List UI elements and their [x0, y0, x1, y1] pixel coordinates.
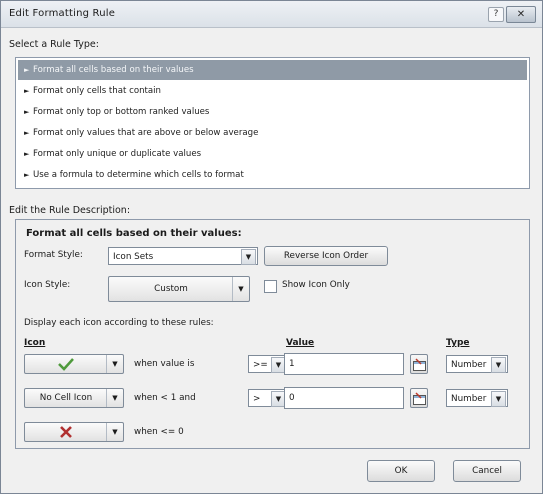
- icon-select-row-1[interactable]: ▼: [24, 354, 124, 374]
- type-value: Number: [451, 394, 487, 404]
- type-select[interactable]: Number ▼: [446, 355, 508, 373]
- condition-label: when <= 0: [134, 427, 184, 437]
- type-column-header: Type: [446, 338, 470, 348]
- collapse-dialog-icon: [413, 358, 426, 371]
- format-style-select[interactable]: Icon Sets ▼: [108, 247, 258, 265]
- rule-description-heading: Format all cells based on their values:: [26, 228, 242, 239]
- close-button[interactable]: ✕: [506, 6, 536, 23]
- chevron-down-icon: ▼: [232, 277, 249, 301]
- rule-type-item[interactable]: ► Format only values that are above or be…: [18, 123, 527, 143]
- arrow-icon: ►: [24, 66, 30, 74]
- type-select[interactable]: Number ▼: [446, 389, 508, 407]
- rule-type-label: Format only values that are above or bel…: [33, 128, 259, 138]
- icon-column-header: Icon: [24, 338, 46, 348]
- edit-rule-description-label: Edit the Rule Description:: [9, 205, 131, 216]
- icon-select-row-3[interactable]: ▼: [24, 422, 124, 442]
- rule-type-item[interactable]: ► Format only cells that contain: [18, 81, 527, 101]
- red-x-icon: [25, 423, 107, 441]
- icon-select-row-2[interactable]: No Cell Icon ▼: [24, 388, 124, 408]
- chevron-down-icon: ▼: [241, 249, 256, 265]
- reverse-icon-order-button[interactable]: Reverse Icon Order: [264, 246, 388, 266]
- operator-value: >: [253, 394, 261, 404]
- type-value: Number: [451, 360, 487, 370]
- value-input[interactable]: 1: [284, 353, 404, 375]
- rule-type-label: Use a formula to determine which cells t…: [33, 170, 244, 180]
- rule-type-list: ► Format all cells based on their values …: [15, 57, 530, 189]
- arrow-icon: ►: [24, 129, 30, 137]
- operator-select[interactable]: > ▼: [248, 389, 288, 407]
- rule-type-item[interactable]: ► Format only top or bottom ranked values: [18, 102, 527, 122]
- ok-button[interactable]: OK: [367, 460, 435, 482]
- range-selector-button[interactable]: [410, 354, 428, 374]
- arrow-icon: ►: [24, 87, 30, 95]
- operator-select[interactable]: >= ▼: [248, 355, 288, 373]
- rule-type-label: Format all cells based on their values: [33, 65, 194, 75]
- condition-label: when < 1 and: [134, 393, 196, 403]
- rules-caption: Display each icon according to these rul…: [24, 318, 214, 328]
- format-style-label: Format Style:: [24, 250, 83, 260]
- check-mark-icon: [25, 355, 107, 373]
- help-button[interactable]: ?: [488, 7, 504, 22]
- chevron-down-icon: ▼: [106, 355, 123, 373]
- arrow-icon: ►: [24, 108, 30, 116]
- chevron-down-icon: ▼: [106, 423, 123, 441]
- value-text: 0: [289, 393, 295, 403]
- condition-label: when value is: [134, 359, 195, 369]
- chevron-down-icon: ▼: [491, 391, 506, 407]
- icon-style-value: Custom: [154, 284, 188, 294]
- rule-type-item[interactable]: ► Use a formula to determine which cells …: [18, 165, 527, 185]
- icon-style-select[interactable]: Custom ▼: [108, 276, 250, 302]
- rule-type-item[interactable]: ► Format all cells based on their values: [18, 60, 527, 80]
- rule-type-label: Format only top or bottom ranked values: [33, 107, 210, 117]
- arrow-icon: ►: [24, 150, 30, 158]
- chevron-down-icon: ▼: [106, 389, 123, 407]
- cancel-button[interactable]: Cancel: [453, 460, 521, 482]
- collapse-dialog-icon: [413, 392, 426, 405]
- chevron-down-icon: ▼: [491, 357, 506, 373]
- value-input[interactable]: 0: [284, 387, 404, 409]
- arrow-icon: ►: [24, 171, 30, 179]
- select-rule-type-label: Select a Rule Type:: [9, 39, 99, 50]
- operator-value: >=: [253, 360, 268, 370]
- show-icon-only-checkbox[interactable]: [264, 280, 277, 293]
- range-selector-button[interactable]: [410, 388, 428, 408]
- window-title: Edit Formatting Rule: [9, 8, 116, 19]
- show-icon-only-label: Show Icon Only: [282, 280, 350, 290]
- title-bar: Edit Formatting Rule ? ✕: [1, 1, 542, 28]
- rule-description-panel: Format all cells based on their values: …: [15, 219, 530, 449]
- rule-type-label: Format only cells that contain: [33, 86, 162, 96]
- value-text: 1: [289, 359, 295, 369]
- no-cell-icon-label: No Cell Icon: [39, 393, 93, 403]
- edit-formatting-rule-dialog: Edit Formatting Rule ? ✕ Select a Rule T…: [0, 0, 543, 494]
- value-column-header: Value: [286, 338, 315, 348]
- rule-type-item[interactable]: ► Format only unique or duplicate values: [18, 144, 527, 164]
- rule-type-label: Format only unique or duplicate values: [33, 149, 202, 159]
- icon-style-label: Icon Style:: [24, 280, 71, 290]
- format-style-value: Icon Sets: [113, 252, 154, 262]
